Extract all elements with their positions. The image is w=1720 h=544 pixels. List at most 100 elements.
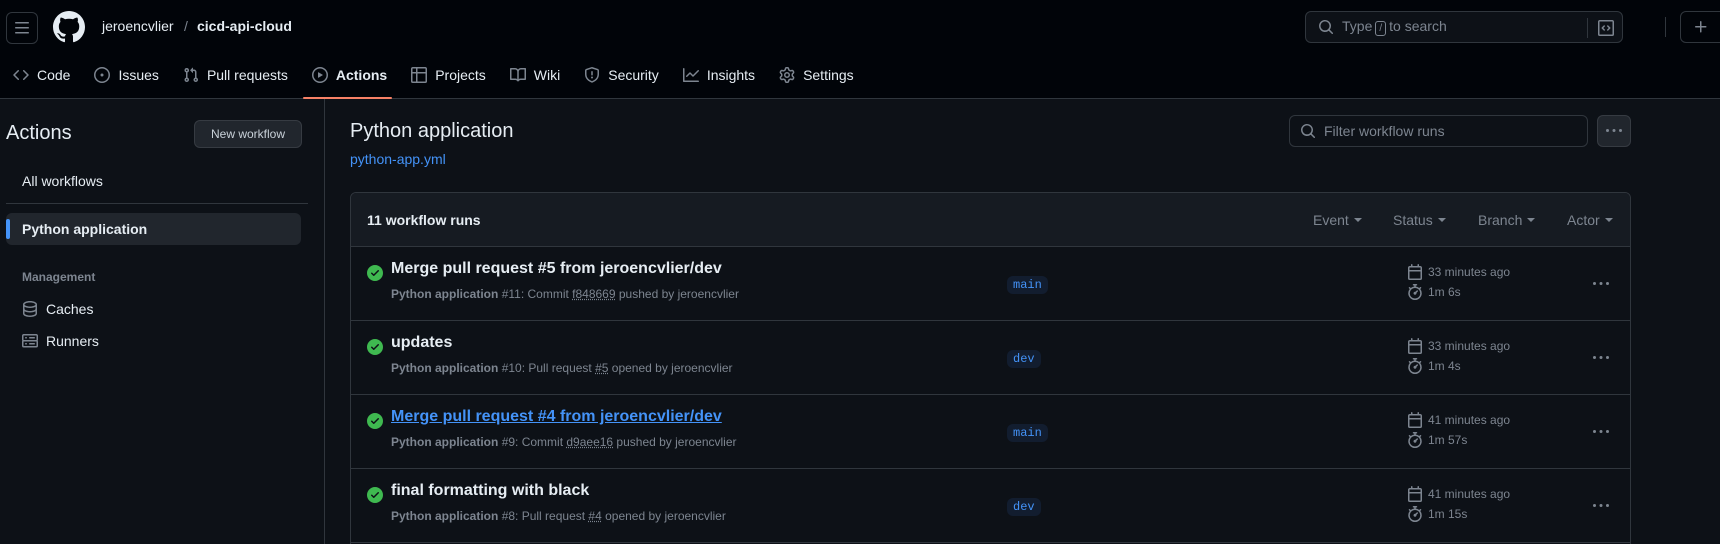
sidebar-item-caches[interactable]: Caches [6, 293, 301, 325]
run-timestamp: 33 minutes ago [1407, 338, 1510, 354]
shield-icon [584, 67, 600, 83]
run-meta: Python application #11: Commit f848669 p… [391, 287, 739, 301]
actor-filter-dropdown[interactable]: Actor [1567, 212, 1613, 228]
tab-settings[interactable]: Settings [766, 58, 863, 92]
filter-runs-field[interactable] [1289, 115, 1588, 147]
search-placeholder: Type / to search [1342, 18, 1447, 36]
run-duration: 1m 6s [1407, 284, 1461, 300]
workflow-run-row[interactable]: updates Python application #10: Pull requ… [351, 321, 1630, 395]
tab-issues[interactable]: Issues [81, 58, 167, 92]
breadcrumb-repo[interactable]: cicd-api-cloud [197, 18, 292, 34]
tab-projects[interactable]: Projects [398, 58, 495, 92]
code-icon [13, 67, 29, 83]
caret-down-icon [1605, 218, 1613, 222]
calendar-icon [1407, 338, 1428, 354]
run-duration: 1m 15s [1407, 506, 1467, 522]
run-ref-link[interactable]: f848669 [572, 287, 615, 301]
run-title-link[interactable]: Merge pull request #5 from jeroencvlier/… [391, 260, 722, 278]
calendar-icon [1407, 264, 1428, 280]
kebab-horizontal-icon [1593, 276, 1609, 292]
branch-label[interactable]: dev [1007, 350, 1041, 368]
caret-down-icon [1354, 218, 1362, 222]
kebab-horizontal-icon [1593, 498, 1609, 514]
workflow-menu-button[interactable] [1597, 115, 1631, 147]
run-duration: 1m 4s [1407, 358, 1461, 374]
run-menu-button[interactable] [1589, 494, 1613, 518]
workflow-file-link[interactable]: python-app.yml [350, 151, 446, 167]
branch-label[interactable]: main [1007, 276, 1048, 294]
search-icon [1300, 123, 1316, 139]
check-circle-icon [367, 339, 383, 355]
runs-count: 11 workflow runs [367, 212, 481, 228]
search-divider [1587, 18, 1588, 38]
runs-list-header: 11 workflow runs Event Status Branch Act… [351, 193, 1630, 247]
gear-icon [779, 67, 795, 83]
new-workflow-button[interactable]: New workflow [194, 120, 302, 148]
create-new-button[interactable] [1680, 11, 1720, 43]
check-circle-icon [367, 413, 383, 429]
run-timestamp: 33 minutes ago [1407, 264, 1510, 280]
breadcrumb-separator: / [184, 18, 188, 34]
run-menu-button[interactable] [1589, 420, 1613, 444]
run-title-link[interactable]: final formatting with black [391, 482, 589, 500]
stopwatch-icon [1407, 506, 1428, 522]
breadcrumb-owner[interactable]: jeroencvlier [102, 18, 174, 34]
kebab-horizontal-icon [1606, 123, 1622, 139]
sidebar-divider [6, 203, 308, 204]
stopwatch-icon [1407, 432, 1428, 448]
server-icon [22, 333, 38, 349]
tab-security[interactable]: Security [571, 58, 668, 92]
run-duration: 1m 57s [1407, 432, 1467, 448]
branch-label[interactable]: dev [1007, 498, 1041, 516]
graph-icon [683, 67, 699, 83]
play-icon [312, 67, 328, 83]
header-divider [1665, 17, 1666, 37]
branch-filter-dropdown[interactable]: Branch [1478, 212, 1535, 228]
stopwatch-icon [1407, 358, 1428, 374]
run-title-link[interactable]: Merge pull request #4 from jeroencvlier/… [391, 408, 722, 426]
repo-nav: Code Issues Pull requests Actions Projec… [0, 58, 865, 99]
run-meta: Python application #9: Commit d9aee16 pu… [391, 435, 737, 449]
sidebar-item-runners[interactable]: Runners [6, 325, 301, 357]
sidebar-item-python-application[interactable]: Python application [6, 213, 301, 245]
table-icon [411, 67, 427, 83]
run-title-link[interactable]: updates [391, 334, 452, 352]
management-heading: Management [22, 270, 95, 284]
run-meta: Python application #10: Pull request #5 … [391, 361, 733, 375]
tab-pull-requests[interactable]: Pull requests [170, 58, 297, 92]
filter-runs-input[interactable] [1324, 123, 1574, 139]
kebab-horizontal-icon [1593, 350, 1609, 366]
tab-wiki[interactable]: Wiki [497, 58, 569, 92]
calendar-icon [1407, 486, 1428, 502]
plus-icon [1693, 19, 1709, 35]
workflow-title: Python application [350, 120, 513, 143]
tab-actions[interactable]: Actions [299, 58, 396, 92]
check-circle-icon [367, 265, 383, 281]
tab-insights[interactable]: Insights [670, 58, 764, 92]
run-menu-button[interactable] [1589, 346, 1613, 370]
git-pull-request-icon [183, 67, 199, 83]
run-meta: Python application #8: Pull request #4 o… [391, 509, 726, 523]
calendar-icon [1407, 412, 1428, 428]
sidebar-item-all-workflows[interactable]: All workflows [6, 165, 301, 197]
run-ref-link[interactable]: #5 [595, 361, 608, 375]
global-search[interactable]: Type / to search [1305, 11, 1623, 43]
tab-code[interactable]: Code [0, 58, 79, 92]
actions-sidebar: Actions New workflow All workflows Pytho… [0, 99, 325, 544]
workflow-run-row[interactable]: final formatting with black Python applic… [351, 469, 1630, 543]
run-ref-link[interactable]: d9aee16 [566, 435, 613, 449]
caret-down-icon [1527, 218, 1535, 222]
check-circle-icon [367, 487, 383, 503]
branch-label[interactable]: main [1007, 424, 1048, 442]
run-menu-button[interactable] [1589, 272, 1613, 296]
github-logo-icon[interactable] [53, 11, 85, 43]
menu-button[interactable] [6, 12, 38, 44]
event-filter-dropdown[interactable]: Event [1313, 212, 1362, 228]
global-header: jeroencvlier / cicd-api-cloud Type / to se… [0, 0, 1720, 99]
command-palette-icon[interactable] [1598, 20, 1614, 36]
run-ref-link[interactable]: #4 [588, 509, 601, 523]
workflow-run-row[interactable]: Merge pull request #4 from jeroencvlier/… [351, 395, 1630, 469]
status-filter-dropdown[interactable]: Status [1393, 212, 1446, 228]
workflow-run-row[interactable]: Merge pull request #5 from jeroencvlier/… [351, 247, 1630, 321]
issue-opened-icon [94, 67, 110, 83]
